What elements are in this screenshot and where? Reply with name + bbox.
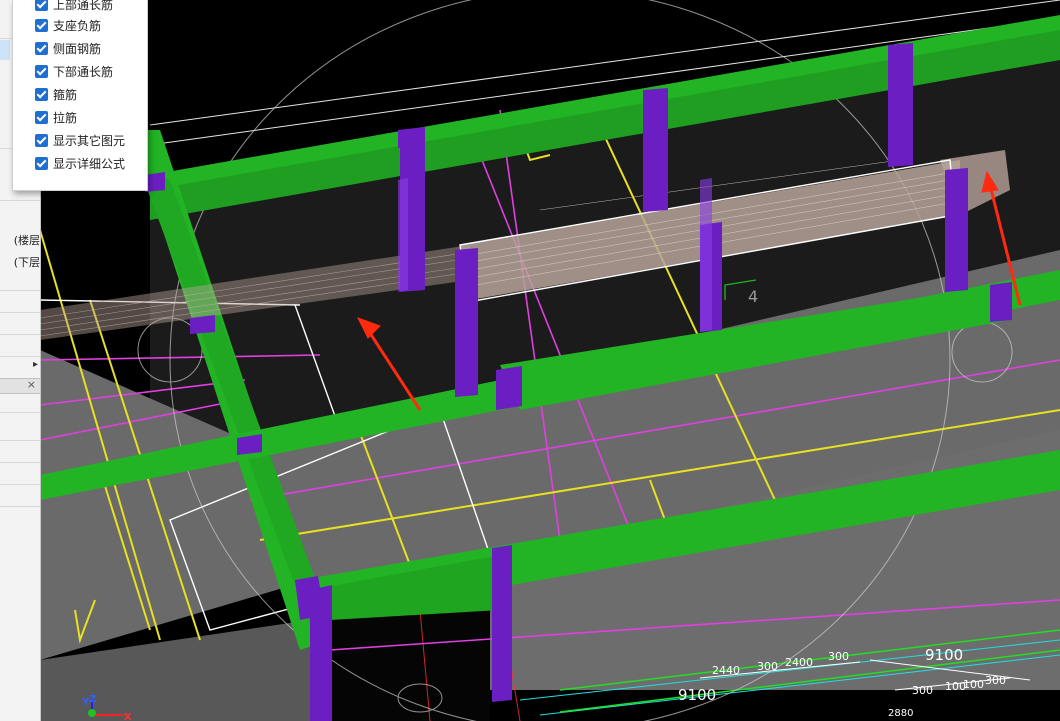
dimension-100-b: 100	[963, 678, 984, 691]
panel-floor-item-2[interactable]: 楼层)	[0, 230, 40, 252]
dimension-300-c: 300	[912, 684, 933, 697]
option-show-detailed-formula[interactable]: 显示详细公式	[35, 153, 125, 173]
option-tie-bar[interactable]: 拉筋	[35, 107, 77, 127]
dimension-300-d: 300	[985, 674, 1006, 687]
3d-viewport[interactable]: 4 9100 9100 2440 300 2400 300 300 100 10…	[0, 0, 1060, 721]
checkbox-checked-icon[interactable]	[35, 0, 48, 11]
panel-close-icon[interactable]: ×	[27, 378, 36, 391]
panel-selected-row[interactable]	[0, 40, 10, 60]
dimension-2440: 2440	[712, 664, 740, 677]
panel-floor-item-3[interactable]: 下层)	[0, 252, 40, 274]
checkbox-checked-icon[interactable]	[35, 87, 48, 101]
option-stirrup[interactable]: 箍筋	[35, 84, 77, 104]
axis-tag-4: 4	[748, 287, 758, 306]
option-support-negative-rebar[interactable]: 支座负筋	[35, 15, 101, 35]
option-top-continuous-rebar[interactable]: 上部通长筋	[35, 0, 113, 14]
dimension-300-b: 300	[828, 650, 849, 663]
dimension-2880: 2880	[888, 708, 913, 719]
axis-x-label: X	[124, 712, 132, 721]
panel-expand-icon[interactable]: ▸	[33, 359, 38, 370]
checkbox-checked-icon[interactable]	[35, 64, 48, 78]
rebar-display-options-popup: 上部通长筋 支座负筋 侧面钢筋 下部通长筋 箍筋 拉筋 显示其它图元 显示详细公…	[12, 0, 148, 191]
checkbox-checked-icon[interactable]	[35, 133, 48, 147]
dimension-9100-left: 9100	[678, 686, 716, 704]
axis-z-label: Z	[89, 694, 96, 705]
option-show-other-elements[interactable]: 显示其它图元	[35, 130, 125, 150]
option-side-rebar[interactable]: 侧面钢筋	[35, 38, 101, 58]
checkbox-checked-icon[interactable]	[35, 156, 48, 170]
dimension-2400: 2400	[785, 656, 813, 669]
option-bottom-continuous-rebar[interactable]: 下部通长筋	[35, 61, 113, 81]
dimension-9100-right: 9100	[925, 646, 963, 664]
checkbox-checked-icon[interactable]	[35, 18, 48, 32]
checkbox-checked-icon[interactable]	[35, 41, 48, 55]
dimension-300-a: 300	[757, 660, 778, 673]
checkbox-checked-icon[interactable]	[35, 110, 48, 124]
